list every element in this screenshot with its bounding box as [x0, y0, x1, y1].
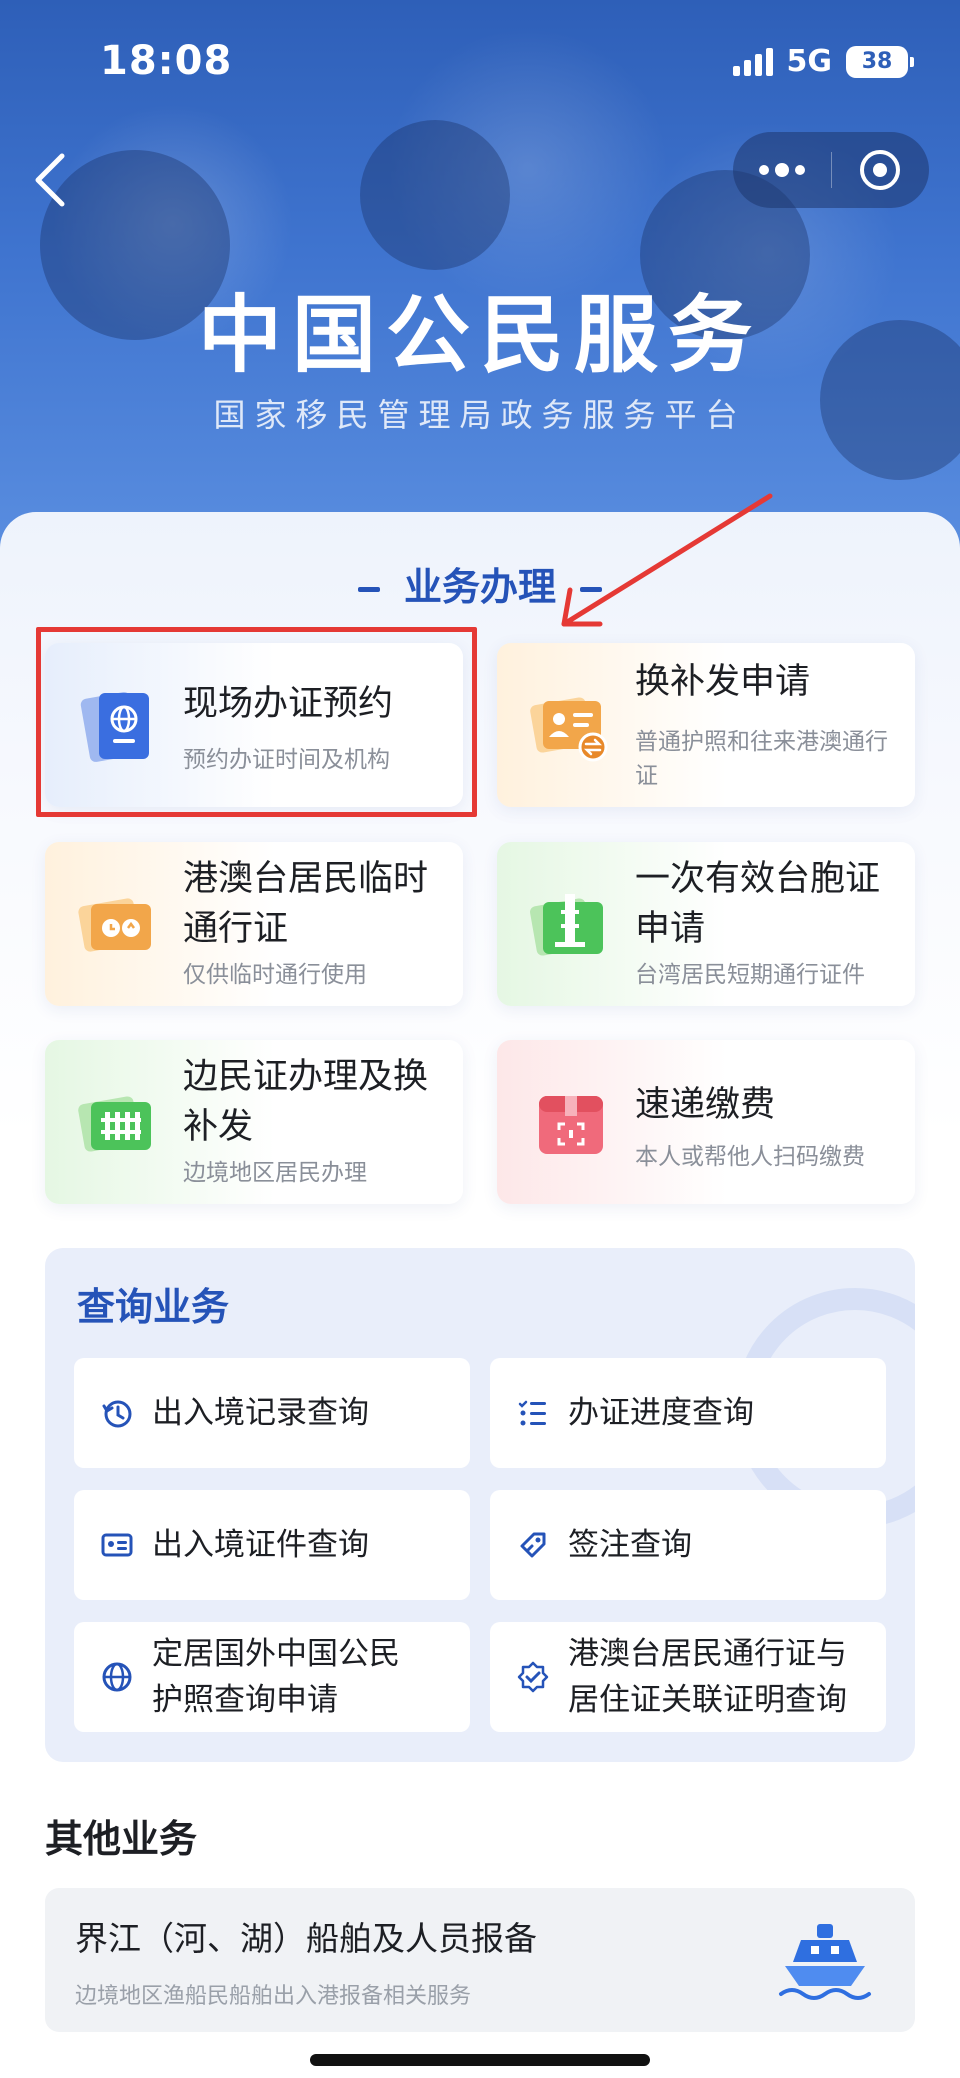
query-label: 出入境证件查询 — [152, 1527, 369, 1563]
other-section-title: 其他业务 — [45, 1817, 198, 1861]
network-label: 5G — [786, 44, 833, 79]
highlight-box — [36, 627, 477, 817]
history-clock-icon — [102, 1400, 132, 1428]
pass-clock-icon — [78, 898, 151, 952]
service-title: 边民证办理及换补发 — [183, 1057, 429, 1147]
other-service-card[interactable]: 界江（河、湖）船舶及人员报备 边境地区渔船民船舶出入港报备相关服务 — [45, 1888, 915, 2032]
status-time: 18:08 — [100, 38, 233, 84]
service-title: 换补发申请 — [635, 662, 811, 702]
query-overseas-passport[interactable]: 定居国外中国公民护照查询申请 — [74, 1622, 470, 1732]
service-card-express-payment[interactable]: 速递缴费 本人或帮他人扫码缴费 — [497, 1040, 915, 1204]
tag-edit-icon — [520, 1532, 546, 1558]
close-miniapp-button[interactable] — [832, 132, 930, 208]
query-permit-residence-link[interactable]: 港澳台居民通行证与居住证关联证明查询 — [490, 1622, 886, 1732]
service-card-taiwan-permit[interactable]: 一次有效台胞证申请 台湾居民短期通行证件 — [497, 842, 915, 1006]
id-card-swap-icon — [530, 697, 608, 762]
chevron-left-icon — [35, 153, 65, 207]
globe-icon — [102, 1662, 132, 1692]
query-label: 办证进度查询 — [568, 1395, 754, 1431]
query-panel: 查询业务 出入境记录查询 办证进度查询 出入境证件查询 签注查询 定居国外中国公… — [45, 1248, 915, 1762]
ship-icon — [779, 1924, 871, 2000]
home-indicator[interactable] — [310, 2054, 650, 2066]
more-button[interactable] — [733, 132, 831, 208]
query-label: 港澳台居民通行证与居住证关联证明查询 — [568, 1636, 847, 1718]
page-title: 中国公民服务 — [197, 286, 762, 384]
service-desc: 本人或帮他人扫码缴费 — [635, 1144, 865, 1170]
service-title: 港澳台居民临时通行证 — [183, 859, 429, 949]
other-service-title: 界江（河、湖）船舶及人员报备 — [75, 1919, 537, 1958]
query-entry-exit-records[interactable]: 出入境记录查询 — [74, 1358, 470, 1468]
service-desc: 普通护照和往来港澳通行证 — [635, 729, 888, 789]
service-title: 一次有效台胞证申请 — [635, 859, 881, 949]
checklist-icon — [518, 1400, 546, 1426]
service-card-border-resident[interactable]: 边民证办理及换补发 边境地区居民办理 — [45, 1040, 463, 1204]
target-icon — [860, 150, 901, 190]
business-section-label: 业务办理 — [403, 565, 556, 609]
back-button[interactable] — [30, 150, 70, 210]
query-section-title: 查询业务 — [77, 1285, 230, 1329]
service-card-temp-pass[interactable]: 港澳台居民临时通行证 仅供临时通行使用 — [45, 842, 463, 1006]
tower-card-icon — [530, 894, 603, 956]
fence-card-icon — [78, 1096, 151, 1152]
signal-icon — [732, 47, 773, 76]
query-label: 定居国外中国公民护照查询申请 — [152, 1636, 400, 1718]
service-card-renewal[interactable]: 换补发申请 普通护照和往来港澳通行证 — [497, 643, 915, 807]
status-indicators: 5G 38 — [732, 44, 914, 79]
query-label: 签注查询 — [568, 1527, 692, 1563]
other-service-desc: 边境地区渔船民船舶出入港报备相关服务 — [75, 1984, 472, 2009]
arrow-annotation-icon — [561, 493, 773, 627]
service-desc: 边境地区居民办理 — [183, 1160, 367, 1186]
service-desc: 台湾居民短期通行证件 — [635, 962, 865, 988]
badge-check-icon — [517, 1661, 549, 1693]
miniapp-capsule — [733, 132, 929, 208]
query-documents[interactable]: 出入境证件查询 — [74, 1490, 470, 1600]
battery-icon: 38 — [846, 45, 914, 78]
title-dash-left — [357, 587, 380, 592]
service-title: 速递缴费 — [635, 1085, 776, 1125]
query-progress[interactable]: 办证进度查询 — [490, 1358, 886, 1468]
business-section-title: 业务办理 — [0, 556, 960, 611]
parcel-qr-icon — [539, 1096, 603, 1154]
query-label: 出入境记录查询 — [152, 1395, 369, 1431]
id-card-icon — [101, 1533, 133, 1557]
page-subtitle: 国家移民管理局政务服务平台 — [213, 396, 747, 434]
service-desc: 仅供临时通行使用 — [183, 962, 367, 988]
query-endorsement[interactable]: 签注查询 — [490, 1490, 886, 1600]
